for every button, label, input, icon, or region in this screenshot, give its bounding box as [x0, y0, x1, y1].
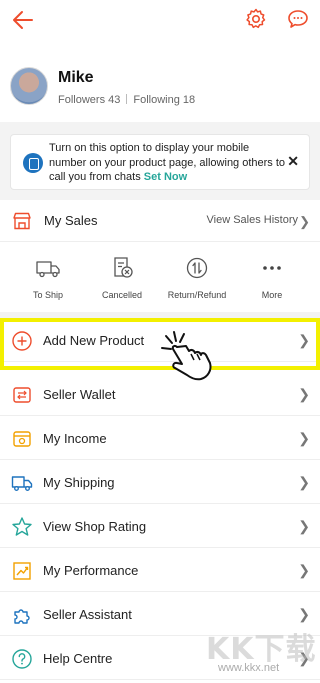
- followers-count[interactable]: Followers 43: [58, 94, 120, 106]
- status-label: Cancelled: [101, 290, 143, 300]
- truck-icon: [36, 261, 60, 278]
- menu-my-shipping[interactable]: My Shipping ❯: [0, 460, 320, 504]
- status-more[interactable]: More: [240, 256, 304, 300]
- status-cancelled[interactable]: Cancelled: [90, 256, 154, 300]
- phone-icon: [23, 153, 43, 173]
- chart-icon: [13, 562, 31, 580]
- menu-label: My Income: [43, 431, 107, 446]
- menu-label: My Performance: [43, 563, 139, 578]
- cancelled-doc-icon: [114, 257, 133, 278]
- top-bar: [0, 0, 320, 40]
- arrow-left-icon[interactable]: [10, 7, 36, 33]
- chevron-right-icon: ❯: [299, 214, 310, 229]
- chevron-right-icon: ❯: [298, 332, 310, 348]
- menu-label: Add New Product: [43, 333, 145, 348]
- gear-icon[interactable]: [244, 7, 268, 31]
- profile-stats: Followers 43 Following 18: [58, 94, 195, 106]
- my-sales-label: My Sales: [44, 213, 98, 228]
- menu-label: Seller Wallet: [43, 387, 116, 402]
- chevron-right-icon: ❯: [298, 562, 310, 578]
- phone-visibility-notice: Turn on this option to display your mobi…: [10, 134, 310, 190]
- wallet-icon: [13, 387, 31, 403]
- income-icon: [13, 431, 31, 447]
- status-label: To Ship: [32, 290, 64, 300]
- set-now-link[interactable]: Set Now: [144, 171, 187, 183]
- following-count[interactable]: Following 18: [133, 94, 195, 106]
- watermark-url: www.kkx.net: [218, 662, 280, 674]
- profile-header: Mike Followers 43 Following 18: [0, 40, 320, 122]
- close-icon[interactable]: ✕: [287, 153, 299, 170]
- return-refund-icon: [186, 257, 208, 279]
- my-sales-row[interactable]: My Sales View Sales History ❯: [0, 200, 320, 242]
- menu-label: My Shipping: [43, 475, 115, 490]
- avatar[interactable]: [10, 67, 48, 105]
- menu-my-performance[interactable]: My Performance ❯: [0, 548, 320, 592]
- chevron-right-icon: ❯: [298, 474, 310, 490]
- chat-bubble-icon[interactable]: [286, 7, 310, 31]
- help-icon: [12, 649, 32, 669]
- chevron-right-icon: ❯: [298, 386, 310, 402]
- truck-icon: [11, 476, 33, 491]
- tap-hand-icon: [161, 331, 212, 381]
- order-status-row: To Ship Cancelled Return/Refund More: [0, 256, 320, 306]
- menu-view-shop-rating[interactable]: View Shop Rating ❯: [0, 504, 320, 548]
- status-label: Return/Refund: [167, 290, 227, 300]
- notice-text: Turn on this option to display your mobi…: [49, 141, 289, 185]
- watermark: KK下载 www.kkx.net: [200, 622, 318, 680]
- status-to-ship[interactable]: To Ship: [16, 256, 80, 300]
- shop-icon: [13, 212, 31, 230]
- menu-label: View Shop Rating: [43, 519, 147, 534]
- menu-my-income[interactable]: My Income ❯: [0, 416, 320, 460]
- more-dots-icon: [263, 266, 281, 270]
- view-sales-history-link[interactable]: View Sales History: [207, 214, 299, 226]
- username: Mike: [58, 69, 94, 86]
- chevron-right-icon: ❯: [298, 518, 310, 534]
- status-label: More: [261, 290, 283, 300]
- plus-circle-icon: [12, 331, 32, 351]
- puzzle-icon: [14, 609, 30, 624]
- chevron-right-icon: ❯: [298, 606, 310, 622]
- divider: [126, 94, 128, 104]
- menu-label: Seller Assistant: [43, 607, 132, 622]
- sales-section: My Sales View Sales History ❯ To Ship Ca…: [0, 200, 320, 312]
- chevron-right-icon: ❯: [298, 430, 310, 446]
- star-icon: [12, 517, 32, 536]
- status-return-refund[interactable]: Return/Refund: [165, 256, 229, 300]
- menu-label: Help Centre: [43, 651, 113, 666]
